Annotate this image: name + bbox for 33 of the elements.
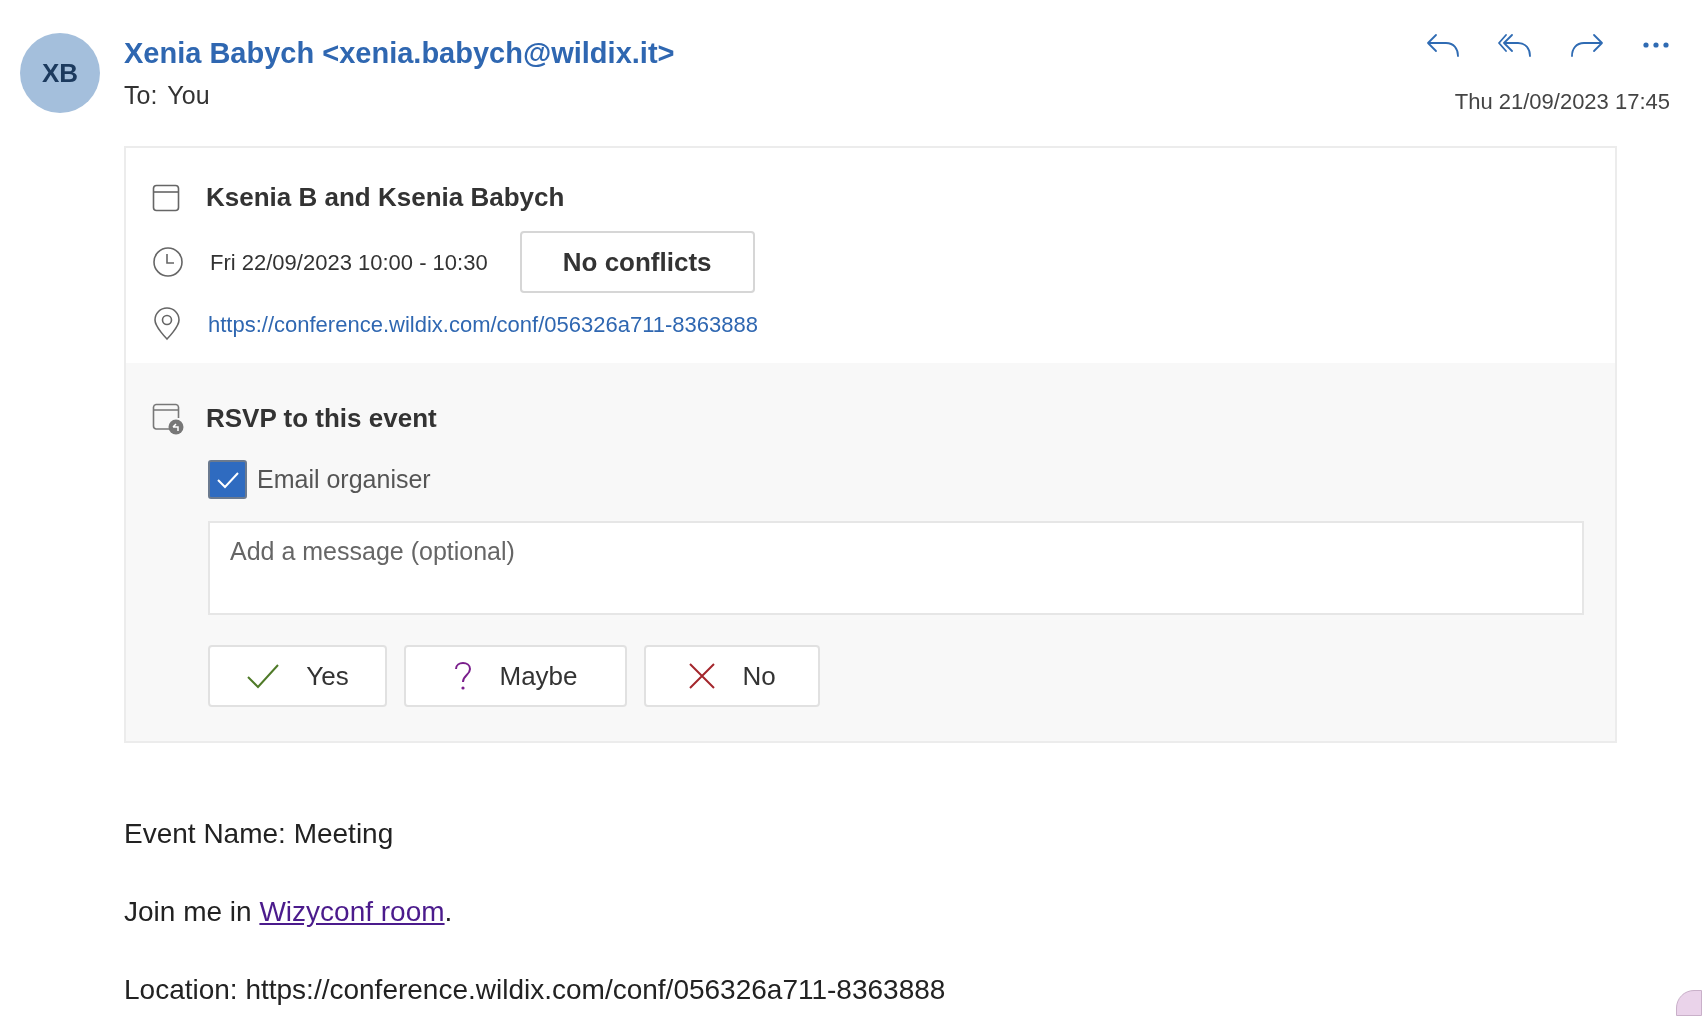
event-time: Fri 22/09/2023 10:00 - 10:30	[210, 248, 488, 277]
check-icon	[246, 662, 281, 690]
message-field[interactable]: Add a message (optional)	[208, 521, 1584, 615]
location-link[interactable]: https://conference.wildix.com/conf/056326a711-8363888	[208, 307, 758, 341]
more-options-icon[interactable]	[1642, 41, 1670, 49]
reply-icon[interactable]	[1426, 33, 1460, 57]
forward-icon[interactable]	[1570, 33, 1604, 57]
calendar-icon	[152, 183, 180, 212]
to-label: To:	[124, 80, 158, 111]
location-text: Location: https://conference.wildix.com/conf/056326a711-8363888	[124, 973, 947, 1007]
sender-name[interactable]: Xenia Babych <xenia.babych@wildix.it>	[124, 33, 675, 73]
event-title: Ksenia B and Ksenia Babych	[206, 181, 565, 214]
checkbox[interactable]	[208, 460, 247, 499]
checkmark-icon	[215, 470, 240, 489]
question-mark-icon	[453, 661, 474, 691]
rsvp-heading: RSVP to this event	[206, 402, 437, 435]
sent-date: Thu 21/09/2023 17:45	[1454, 88, 1670, 116]
checkbox-label: Email organiser	[257, 463, 431, 495]
clock-icon	[152, 246, 184, 278]
recipient: You	[167, 80, 210, 111]
reply-all-icon[interactable]	[1498, 33, 1532, 57]
join-text: Join me in Wizyconf room.	[124, 895, 454, 929]
rsvp-button[interactable]: Maybe	[404, 645, 627, 707]
room-link[interactable]: Wizyconf room	[259, 896, 445, 927]
location-pin-icon	[152, 307, 182, 341]
calendar-reply-icon	[152, 402, 184, 435]
x-icon	[688, 662, 717, 690]
event-name-text: Event Name: Meeting	[124, 817, 395, 851]
rsvp-button[interactable]: No	[644, 645, 820, 707]
floating-shape	[1676, 990, 1702, 1016]
no-conflicts-button[interactable]: No conflicts	[519, 231, 755, 293]
avatar: XB	[20, 33, 100, 113]
rsvp-button[interactable]: Yes	[208, 645, 387, 707]
